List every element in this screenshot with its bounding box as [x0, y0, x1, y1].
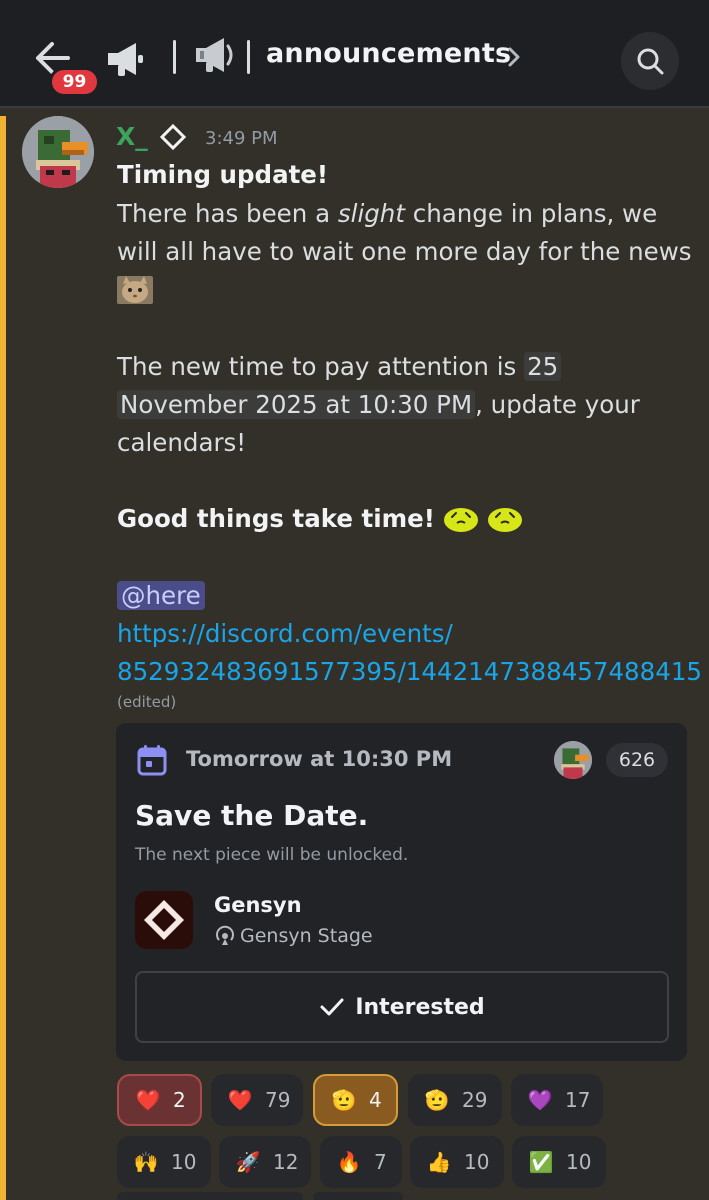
- reaction-count: 79: [265, 1088, 291, 1112]
- thumbs-up-emoji-icon: 👍: [426, 1150, 452, 1174]
- stage-name: Gensyn Stage: [240, 925, 373, 947]
- text-span: calendars!: [117, 428, 247, 457]
- interested-button[interactable]: Interested: [135, 971, 669, 1043]
- megaphone-icon[interactable]: [104, 38, 146, 80]
- channel-header: 99 announcements: [0, 0, 709, 108]
- message-line: will all have to wait one more day for t…: [117, 233, 692, 271]
- author-name[interactable]: X_: [116, 122, 148, 151]
- purple-heart-emoji-icon: 💜: [527, 1088, 553, 1112]
- interested-label: Interested: [355, 994, 485, 1020]
- rocket-emoji-icon: 🚀: [235, 1150, 261, 1174]
- header-divider: [247, 40, 250, 74]
- bold-text: Good things take time!: [117, 504, 435, 533]
- event-description: The next piece will be unlocked.: [135, 845, 409, 865]
- event-link[interactable]: https://discord.com/events/: [117, 615, 453, 653]
- stage-channel[interactable]: Gensyn Stage: [214, 925, 373, 947]
- reaction-salute[interactable]: 🫡 29: [408, 1074, 502, 1126]
- reaction-salute[interactable]: 🫡 4: [313, 1074, 398, 1126]
- blob-emoji-icon: [487, 508, 522, 532]
- reaction-rocket[interactable]: 🚀 12: [219, 1136, 311, 1188]
- announcement-channel-icon: [190, 34, 238, 76]
- heart-emoji-icon: ❤️: [135, 1088, 161, 1112]
- stage-icon: [216, 925, 234, 945]
- message-timestamp: 3:49 PM: [205, 128, 278, 149]
- event-link[interactable]: 852932483691577395/1442147388457488415: [117, 653, 702, 691]
- text-span: will all have to wait one more day for t…: [117, 237, 692, 266]
- check-emoji-icon: ✅: [528, 1150, 554, 1174]
- event-time: Tomorrow at 10:30 PM: [186, 747, 453, 771]
- reaction-check[interactable]: ✅ 10: [512, 1136, 606, 1188]
- server-tag-icon: [159, 123, 187, 151]
- reaction-count: 2: [173, 1088, 186, 1112]
- reaction-count: 17: [565, 1088, 591, 1112]
- text-span: There has been a: [117, 199, 338, 228]
- reaction-row-partial: [117, 1192, 303, 1200]
- interested-count: 626: [606, 743, 668, 777]
- edited-label: (edited): [117, 693, 177, 711]
- reaction-fire[interactable]: 🔥 7: [320, 1136, 402, 1188]
- blob-emoji-icon: [443, 508, 478, 532]
- chevron-right-icon[interactable]: [506, 46, 522, 68]
- reaction-thumbs-up[interactable]: 👍 10: [410, 1136, 504, 1188]
- gensyn-logo-icon[interactable]: [135, 891, 193, 949]
- reaction-count: 10: [566, 1150, 592, 1174]
- emphasis-text: slight: [337, 199, 405, 228]
- reaction-count: 10: [171, 1150, 197, 1174]
- event-card[interactable]: Tomorrow at 10:30 PM 626 Save the Date. …: [116, 723, 687, 1061]
- reaction-count: 29: [462, 1088, 488, 1112]
- calendar-icon: [137, 744, 167, 776]
- salute-emoji-icon: 🫡: [424, 1088, 450, 1112]
- avatar[interactable]: [22, 116, 94, 188]
- message-line: [117, 271, 153, 309]
- guild-name[interactable]: Gensyn: [214, 893, 302, 917]
- search-icon: [637, 48, 664, 75]
- link-text[interactable]: 852932483691577395/1442147388457488415: [117, 657, 702, 686]
- search-button[interactable]: [621, 32, 679, 90]
- timestamp-chip[interactable]: 25: [524, 352, 562, 381]
- here-mention[interactable]: @here: [117, 581, 205, 610]
- message-line: @here: [117, 577, 205, 615]
- fire-emoji-icon: 🔥: [336, 1150, 362, 1174]
- timestamp-chip[interactable]: November 2025 at 10:30 PM: [117, 390, 476, 419]
- message-heading: Timing update!: [117, 160, 329, 189]
- duck-avatar-icon: [22, 116, 94, 188]
- heart-emoji-icon: ❤️: [227, 1088, 253, 1112]
- text-span: , update your: [475, 390, 640, 419]
- message-title: Timing update!: [117, 156, 328, 194]
- cat-emoji-icon: [117, 276, 153, 304]
- reaction-row-partial: [313, 1192, 403, 1200]
- reaction-purple-heart[interactable]: 💜 17: [511, 1074, 603, 1126]
- reaction-count: 12: [273, 1150, 299, 1174]
- message-line: The new time to pay attention is 25: [117, 348, 562, 386]
- header-divider: [173, 40, 176, 74]
- reaction-raised-hands[interactable]: 🙌 10: [117, 1136, 211, 1188]
- raised-hands-emoji-icon: 🙌: [133, 1150, 159, 1174]
- checkmark-icon: [320, 998, 344, 1016]
- text-span: change in plans, we: [404, 199, 658, 228]
- reaction-count: 7: [374, 1150, 387, 1174]
- channel-name[interactable]: announcements: [266, 38, 511, 69]
- event-title: Save the Date.: [135, 799, 369, 832]
- reaction-heart[interactable]: ❤️ 79: [211, 1074, 303, 1126]
- reaction-count: 4: [369, 1088, 382, 1112]
- reaction-count: 10: [464, 1150, 490, 1174]
- duck-avatar-icon: [554, 741, 592, 779]
- text-span: The new time to pay attention is: [117, 352, 525, 381]
- message-line: November 2025 at 10:30 PM, update your: [117, 386, 640, 424]
- link-text[interactable]: https://discord.com/events/: [117, 619, 453, 648]
- mention-highlight-bar: [0, 116, 6, 1200]
- message-line: Good things take time!: [117, 500, 523, 538]
- message-line: calendars!: [117, 424, 246, 462]
- message-line: There has been a slight change in plans,…: [117, 195, 657, 233]
- reaction-heart[interactable]: ❤️ 2: [117, 1074, 202, 1126]
- creator-avatar[interactable]: [554, 741, 592, 779]
- salute-emoji-icon: 🫡: [331, 1088, 357, 1112]
- unread-badge: 99: [49, 67, 100, 97]
